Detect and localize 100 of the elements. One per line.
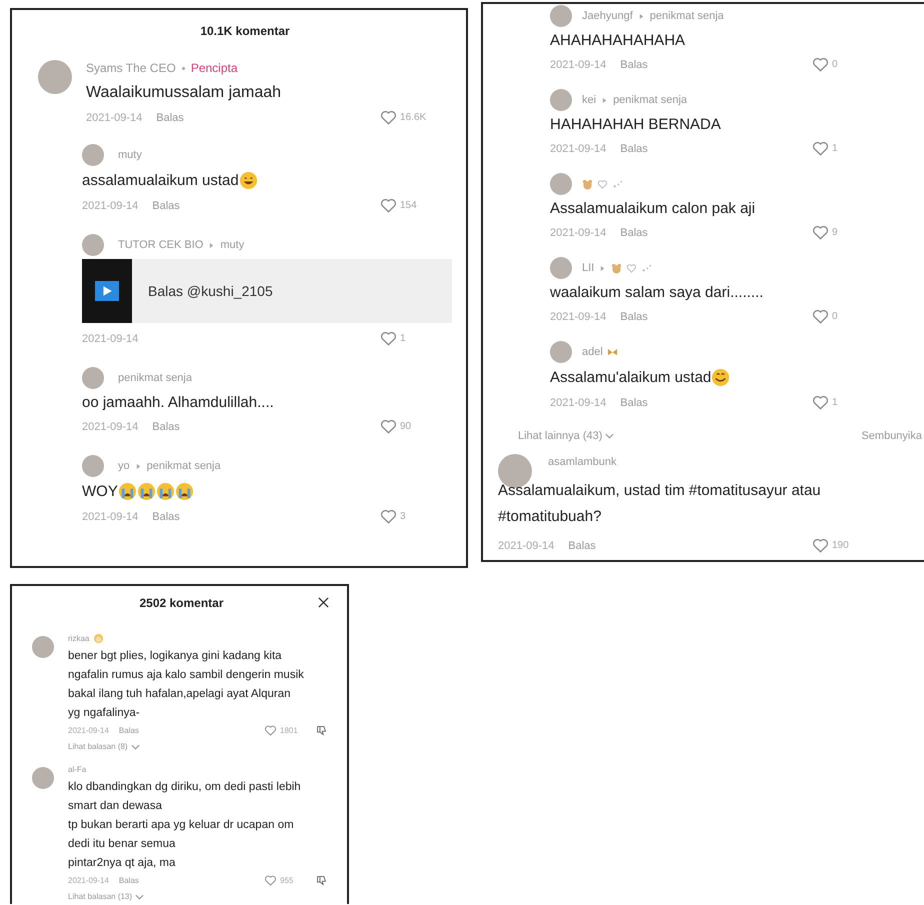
comment-date: 2021-09-14 [550,142,606,154]
hide-link[interactable]: Sembunyika [861,430,922,442]
reply-to-username[interactable]: penikmat senja [650,10,724,22]
comment-text: WOY [82,483,118,500]
avatar[interactable] [550,341,572,363]
username[interactable]: kei [582,94,596,106]
comment-date: 2021-09-14 [550,396,606,408]
username[interactable]: TUTOR CEK BIO [118,239,204,251]
reply-link[interactable]: Balas [152,510,180,522]
comment-date: 2021-09-14 [550,310,606,322]
like-heart-icon[interactable] [264,875,277,886]
heart-icon [626,262,638,274]
avatar[interactable] [550,257,572,279]
comment-text: AHAHAHAHAHAHA [550,32,686,49]
like-count: 190 [832,540,850,551]
creator-label: Pencipta [190,61,238,75]
username[interactable]: rizkaa [68,634,90,642]
like-heart-icon[interactable] [812,395,829,410]
like-count: 154 [400,200,418,211]
reply-link[interactable]: Balas [620,310,648,322]
heart-icon [597,178,608,190]
caret-icon [209,242,214,248]
comment-date: 2021-09-14 [498,540,554,552]
comment-text: Assalamualaikum, ustad tim #tomatitusayur atau #tomatitubuah? [498,481,822,527]
view-replies-link[interactable]: Lihat balasan (8) [68,742,140,751]
like-count: 16.6K [400,112,428,123]
username[interactable]: asamlambunk [548,456,616,468]
close-icon[interactable] [318,597,329,608]
like-heart-icon[interactable] [380,509,397,524]
caret-icon [638,12,644,20]
caret-icon [602,96,608,104]
like-count: 955 [280,876,294,885]
show-more-link[interactable]: Lihat lainnya (43) [518,430,614,442]
avatar[interactable] [82,455,104,477]
reply-link[interactable]: Balas [152,420,180,432]
comment-date: 2021-09-14 [550,58,606,70]
username[interactable]: LII [582,262,594,274]
avatar[interactable] [82,144,104,166]
dislike-icon[interactable] [316,875,327,886]
chevron-down-icon [135,894,144,900]
reply-to-username[interactable]: penikmat senja [146,460,221,472]
like-heart-icon[interactable] [812,538,829,553]
caret-icon [136,462,141,470]
like-heart-icon[interactable] [380,331,397,346]
avatar[interactable] [550,89,572,111]
like-count: 1801 [280,726,299,735]
reply-to-username[interactable]: penikmat senja [613,94,688,106]
avatar[interactable] [38,60,72,94]
avatar[interactable] [82,234,104,256]
reply-link[interactable]: Balas [152,200,180,212]
reply-link[interactable]: Balas [118,726,139,735]
like-heart-icon[interactable] [380,198,397,213]
like-count: 0 [832,311,839,322]
video-reply-card[interactable]: Balas @kushi_2105 [82,259,452,323]
like-heart-icon[interactable] [812,141,829,156]
comments-count-title: 2502 komentar [139,596,224,610]
view-replies-link[interactable]: Lihat balasan (13) [68,892,144,901]
like-count: 3 [400,511,407,522]
like-heart-icon[interactable] [380,110,397,125]
username[interactable]: al-Fa [68,764,86,774]
reply-link[interactable]: Balas [620,58,648,70]
avatar[interactable] [82,367,104,389]
reply-link[interactable]: Balas [620,226,648,238]
reply-to-username[interactable]: muty [220,239,244,251]
like-heart-icon[interactable] [812,57,829,72]
username[interactable]: Jaehyungf [582,10,633,22]
comment-text: Assalamu'alaikum ustad [550,369,712,386]
like-count: 1 [832,143,839,154]
comment-text: Waalaikumussalam jamaah [86,84,282,102]
username[interactable]: yo [118,460,130,472]
avatar[interactable] [32,767,54,789]
avatar[interactable] [550,173,572,195]
dislike-icon[interactable] [316,725,327,736]
chevron-down-icon [130,744,140,750]
comment-text: oo jamaahh. Alhamdulillah.... [82,394,274,411]
reply-link[interactable]: Balas [620,142,648,154]
like-heart-icon[interactable] [380,419,397,434]
comments-count-title: 10.1K komentar [200,24,290,38]
reply-link[interactable]: Balas [156,112,184,124]
like-heart-icon[interactable] [812,225,829,240]
like-count: 1 [832,397,839,408]
comment-text: klo dbandingkan dg diriku, om dedi pasti lebih smart dan dewasa tp bukan berarti apa yg keluar dr ucapan om dedi itu benar semua pintar2nya qt aja, ma [68,780,301,871]
username[interactable]: muty [118,149,142,161]
reply-link[interactable]: Balas [568,540,596,552]
comment-date: 2021-09-14 [82,332,138,344]
avatar[interactable] [550,5,572,27]
comment-text: waalaikum salam saya dari........ [550,284,764,301]
play-icon [95,281,119,301]
sparkle-icon [641,262,652,274]
avatar[interactable] [32,636,54,658]
separator-dot-icon [182,66,185,70]
like-heart-icon[interactable] [812,309,829,324]
username[interactable]: Syams The CEO [86,61,176,75]
username[interactable]: penikmat senja [118,372,192,384]
reply-link[interactable]: Balas [118,876,139,885]
butterfly-icon [606,346,618,358]
teddy-bear-icon [611,262,622,274]
username[interactable]: adel [582,346,603,358]
like-heart-icon[interactable] [264,725,277,736]
reply-link[interactable]: Balas [620,396,648,408]
